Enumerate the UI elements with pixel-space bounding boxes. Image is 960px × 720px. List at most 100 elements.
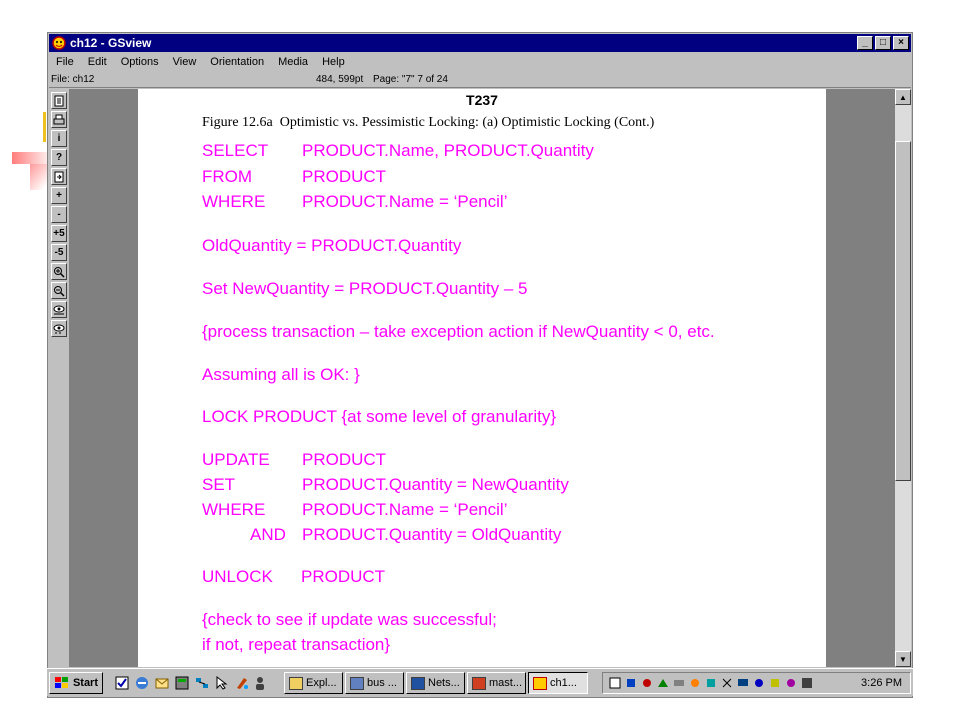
- status-bar: File: ch12 484, 599pt Page: "7" 7 of 24: [49, 72, 911, 88]
- skip-back-5-button[interactable]: -5: [51, 244, 67, 261]
- status-coords: 484, 599pt: [316, 74, 364, 85]
- tray-icon[interactable]: [689, 677, 701, 689]
- tray-icon[interactable]: [753, 677, 765, 689]
- internet-explorer-icon[interactable]: [134, 675, 150, 691]
- status-file: File: ch12: [51, 74, 95, 85]
- slide-accent-bar: [43, 112, 46, 142]
- find-text-icon[interactable]: [51, 301, 67, 318]
- menu-help[interactable]: Help: [315, 56, 352, 68]
- sql-keyword: WHERE: [202, 192, 266, 211]
- scroll-down-icon[interactable]: ▼: [895, 651, 911, 667]
- vertical-scrollbar[interactable]: ▲ ▼: [895, 89, 911, 667]
- page-label: T237: [466, 92, 498, 108]
- taskbar-button-netscape[interactable]: Nets...: [406, 672, 465, 694]
- document-page: T237 Figure 12.6a Optimistic vs. Pessimi…: [138, 89, 826, 667]
- clock[interactable]: 3:26 PM: [861, 677, 902, 689]
- taskbar-button-master[interactable]: mast...: [467, 672, 526, 694]
- help-button[interactable]: ?: [51, 149, 67, 166]
- taskbar-button-explorer[interactable]: Expl...: [284, 672, 343, 694]
- scroll-thumb[interactable]: [895, 141, 911, 481]
- magnify-icon[interactable]: [51, 263, 67, 280]
- tray-icon[interactable]: [785, 677, 797, 689]
- system-tray: 3:26 PM: [602, 672, 911, 694]
- gsview-window: ch12 - GSview _ □ × File Edit Options Vi…: [47, 32, 913, 698]
- tray-icon[interactable]: [705, 677, 717, 689]
- maximize-button[interactable]: □: [875, 36, 891, 50]
- menu-orientation[interactable]: Orientation: [203, 56, 271, 68]
- tray-icon[interactable]: [721, 677, 733, 689]
- explorer-icon: [289, 676, 303, 690]
- sql-line: PRODUCT.Name, PRODUCT.Quantity: [302, 141, 594, 160]
- netscape-icon: [411, 676, 425, 690]
- sql-keyword: UPDATE: [202, 450, 270, 469]
- sql-keyword: SET: [202, 475, 236, 494]
- sql-line: {process transaction – take exception ac…: [202, 322, 715, 341]
- task-label: Expl...: [306, 677, 337, 689]
- outlook-icon[interactable]: [154, 675, 170, 691]
- document-canvas[interactable]: T237 Figure 12.6a Optimistic vs. Pessimi…: [69, 89, 895, 667]
- print-icon[interactable]: [51, 111, 67, 128]
- scroll-up-icon[interactable]: ▲: [895, 89, 911, 105]
- previous-page-button[interactable]: -: [51, 206, 67, 223]
- menu-media[interactable]: Media: [271, 56, 315, 68]
- tray-icon[interactable]: [737, 677, 749, 689]
- title-bar[interactable]: ch12 - GSview _ □ ×: [49, 34, 911, 52]
- sql-line: PRODUCT: [302, 450, 387, 469]
- menu-view[interactable]: View: [166, 56, 204, 68]
- task-label: mast...: [489, 677, 523, 689]
- next-page-button[interactable]: +: [51, 187, 67, 204]
- goto-page-icon[interactable]: [51, 168, 67, 185]
- figure-number: Figure 12.6a: [202, 115, 273, 130]
- status-page: Page: "7" 7 of 24: [373, 74, 448, 85]
- tray-icon[interactable]: [641, 677, 653, 689]
- open-file-icon[interactable]: [51, 92, 67, 109]
- find-next-icon[interactable]: [51, 320, 67, 337]
- task-label: ch1...: [550, 677, 577, 689]
- menu-options[interactable]: Options: [114, 56, 166, 68]
- sql-line: PRODUCT.Quantity = NewQuantity: [302, 475, 569, 494]
- tray-icon[interactable]: [769, 677, 781, 689]
- sql-line: PRODUCT.Name = ‘Pencil’: [302, 500, 508, 519]
- sql-keyword: WHERE: [202, 500, 266, 519]
- tray-icon[interactable]: [673, 677, 685, 689]
- calculator-icon[interactable]: [174, 675, 190, 691]
- vertical-toolbar: i ? + - +5 -5: [51, 92, 69, 339]
- close-button[interactable]: ×: [893, 36, 909, 50]
- task-label: Nets...: [428, 677, 460, 689]
- tray-icon[interactable]: [625, 677, 637, 689]
- arrow-cursor-icon[interactable]: [214, 675, 230, 691]
- paint-icon[interactable]: [234, 675, 250, 691]
- windows-logo-icon: [54, 677, 68, 688]
- sql-line: Assuming all is OK: }: [202, 365, 360, 384]
- start-button[interactable]: Start: [49, 672, 103, 694]
- sql-keyword: SELECT: [202, 141, 269, 160]
- menu-edit[interactable]: Edit: [81, 56, 114, 68]
- tray-icon[interactable]: [609, 677, 621, 689]
- powerpoint-icon: [472, 676, 486, 690]
- user-icon[interactable]: [252, 675, 268, 691]
- sql-line: PRODUCT.Name = ‘Pencil’: [302, 192, 508, 211]
- sql-line: PRODUCT: [301, 567, 386, 586]
- sql-keyword: FROM: [202, 167, 253, 186]
- zoom-out-icon[interactable]: [51, 282, 67, 299]
- taskbar-button-bus[interactable]: bus ...: [345, 672, 404, 694]
- tray-icon[interactable]: [801, 677, 813, 689]
- tray-icon[interactable]: [657, 677, 669, 689]
- taskbar: Start Expl... bus ... Nets... mast... ch…: [47, 668, 913, 696]
- start-label: Start: [72, 677, 98, 689]
- window-title: ch12 - GSview: [70, 36, 152, 50]
- sql-line: Set NewQuantity = PRODUCT.Quantity – 5: [202, 279, 528, 298]
- figure-title: Optimistic vs. Pessimistic Locking: (a) …: [279, 115, 655, 130]
- task-label: bus ...: [367, 677, 397, 689]
- sql-keyword: AND: [250, 525, 286, 544]
- network-icon[interactable]: [194, 675, 210, 691]
- gsview-app-icon[interactable]: [52, 36, 66, 50]
- skip-forward-5-button[interactable]: +5: [51, 225, 67, 242]
- menu-file[interactable]: File: [49, 56, 81, 68]
- info-button[interactable]: i: [51, 130, 67, 147]
- taskbar-button-ch12[interactable]: ch1...: [528, 672, 588, 694]
- minimize-button[interactable]: _: [857, 36, 873, 50]
- sql-line: PRODUCT.Quantity = OldQuantity: [302, 525, 562, 544]
- folder-icon: [350, 676, 364, 690]
- quicklaunch-icon[interactable]: [114, 675, 130, 691]
